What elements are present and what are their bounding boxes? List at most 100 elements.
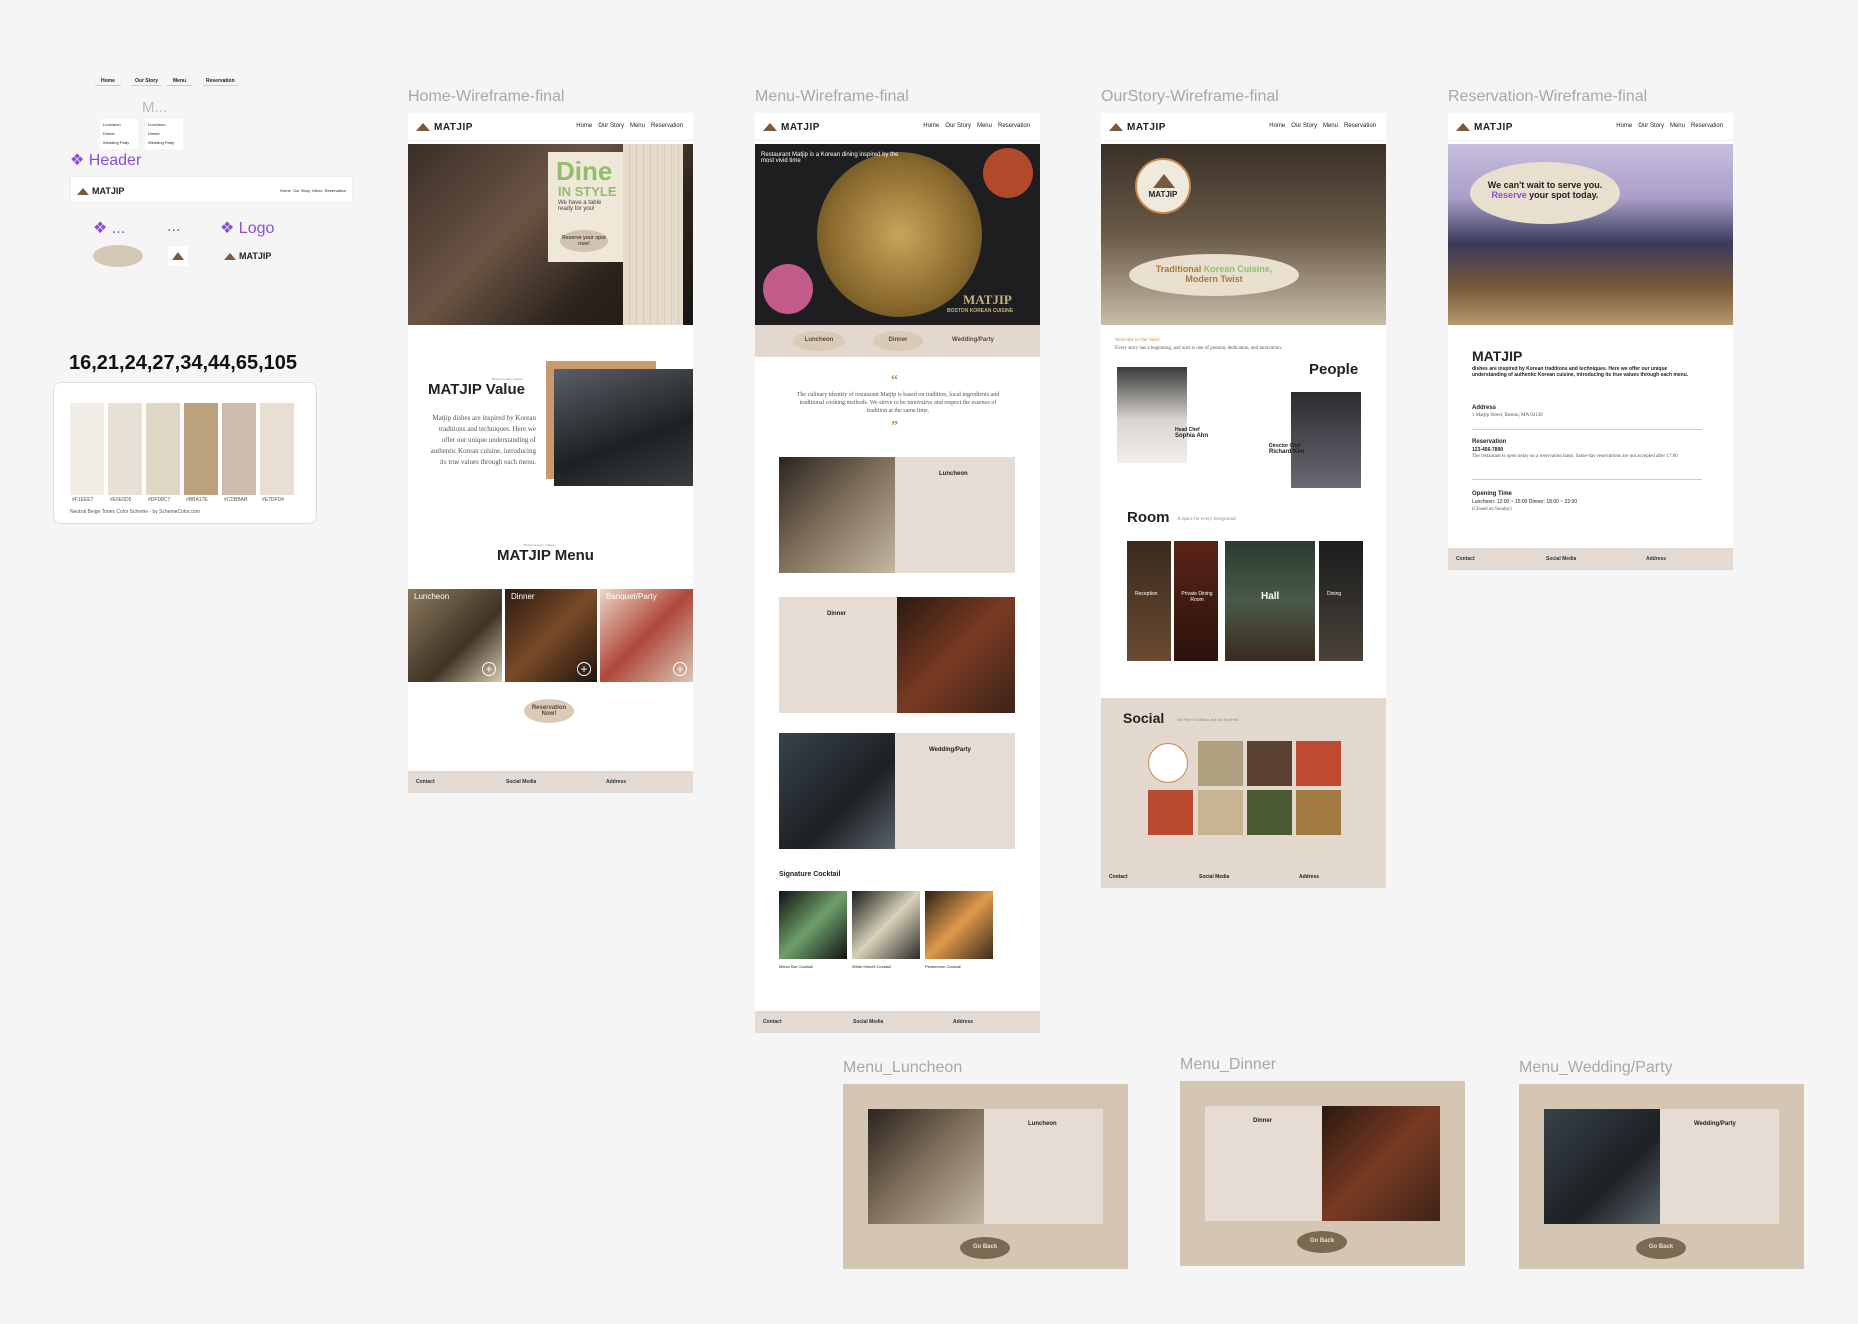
- go-back-button[interactable]: Go Back: [960, 1237, 1010, 1259]
- logo-mountain-icon: [1109, 123, 1123, 131]
- nav-item-reservation[interactable]: Reservation: [203, 77, 238, 86]
- dropdown-item[interactable]: Luncheon: [148, 122, 180, 127]
- pill-luncheon[interactable]: Luncheon: [793, 331, 845, 351]
- social-photo[interactable]: [1198, 790, 1243, 835]
- dropdown-item[interactable]: Dinner: [103, 131, 135, 136]
- room-private[interactable]: Private Dining Room: [1174, 541, 1218, 661]
- social-photo[interactable]: [1198, 741, 1243, 786]
- nav-item-our-story[interactable]: Our Story: [1638, 123, 1664, 129]
- nav-item-our-story[interactable]: Our Story: [945, 123, 971, 129]
- logo-component-label: ❖ Logo: [220, 220, 275, 237]
- story-intro: Every story has a beginning, and ours is…: [1115, 346, 1283, 351]
- value-image: [554, 369, 693, 486]
- nav-logo[interactable]: MATJIP: [763, 122, 820, 133]
- social-title: Social: [1123, 710, 1165, 726]
- nav-logo[interactable]: MATJIP: [1456, 122, 1513, 133]
- plus-icon[interactable]: +: [482, 662, 496, 676]
- nav-item-menu[interactable]: Menu: [977, 123, 992, 129]
- tile-banquet[interactable]: Banquet/Party +: [600, 589, 693, 682]
- nav-item-home[interactable]: Home: [923, 123, 939, 129]
- social-photo[interactable]: [1148, 790, 1193, 835]
- nav-item-home[interactable]: Home: [95, 77, 121, 86]
- hero-reserve-button[interactable]: Reserve your spot now!: [560, 230, 608, 252]
- room-reception[interactable]: Reception: [1127, 541, 1171, 661]
- section-dinner[interactable]: Dinner: [779, 597, 1015, 713]
- nav-item-reservation[interactable]: Reservation: [998, 123, 1030, 129]
- swatch-label-6: #E7DFD4: [262, 497, 284, 503]
- swatch-6: [260, 403, 294, 495]
- nav-item-reservation[interactable]: Reservation: [1691, 123, 1723, 129]
- component-icon: ❖: [220, 220, 235, 237]
- footer-address: Address: [1299, 874, 1320, 880]
- social-photo[interactable]: [1296, 741, 1341, 786]
- reservation-now-button[interactable]: Reservation Now!: [524, 699, 574, 723]
- go-back-button[interactable]: Go Back: [1297, 1231, 1347, 1253]
- dropdown-item[interactable]: Wedding Party: [103, 140, 135, 145]
- nav-item-our-story[interactable]: Our Story: [1291, 123, 1317, 129]
- nav-item-menu[interactable]: Menu: [1670, 123, 1685, 129]
- social-subtitle: Our Way's Tradition and Get Involved: [1177, 717, 1239, 722]
- section-wedding-party[interactable]: Wedding/Party: [779, 733, 1015, 849]
- wedding-image: [779, 733, 895, 849]
- menu-frame: MATJIP Home Our Story Menu Reservation Rest…: [755, 113, 1040, 1033]
- pill-wedding-party[interactable]: Wedding/Party: [943, 331, 1003, 351]
- room-label: Private Dining Room: [1181, 591, 1213, 603]
- nav-item-our-story[interactable]: Our Story: [293, 188, 310, 193]
- pill-button-shape[interactable]: [93, 245, 143, 267]
- nav-logo[interactable]: MATJIP: [416, 122, 473, 133]
- swatch-3: [146, 403, 180, 495]
- social-photo[interactable]: [1247, 741, 1292, 786]
- nav-item-reservation[interactable]: Reservation: [651, 123, 683, 129]
- home-hero-image: Dine IN STYLE We have a table ready for …: [408, 144, 693, 325]
- nav-item-menu[interactable]: Menu: [312, 188, 322, 193]
- nav-item-menu[interactable]: Menu: [167, 77, 193, 86]
- reservation-phone: 123-456-7890: [1472, 447, 1504, 453]
- dropdown-item[interactable]: Dinner: [148, 131, 180, 136]
- swatch-label-3: #DFD8C7: [148, 497, 171, 503]
- nav-item-reservation[interactable]: Reservation: [1344, 123, 1376, 129]
- swatch-label-5: #CDBBAB: [224, 497, 248, 503]
- footer-social: Social Media: [1199, 874, 1230, 880]
- dropdown-preview-2: Luncheon Dinner Wedding Party: [145, 119, 183, 149]
- frame-label-home: Home-Wireframe-final: [408, 88, 565, 105]
- pill-dinner[interactable]: Dinner: [873, 331, 923, 351]
- header-nav: Home Our Story Menu Reservation: [280, 188, 346, 193]
- room-dining[interactable]: Dining: [1319, 541, 1363, 661]
- nav-item-our-story[interactable]: Our Story: [598, 123, 624, 129]
- reservation-note: The restaurant is open today on a reserv…: [1472, 454, 1678, 459]
- footer-address: Address: [1646, 556, 1667, 562]
- section-luncheon[interactable]: Luncheon: [779, 457, 1015, 573]
- dinner-frame: Dinner Go Back: [1180, 1081, 1465, 1266]
- nav-item-reservation[interactable]: Reservation: [325, 188, 346, 193]
- nav-logo[interactable]: MATJIP: [1109, 122, 1166, 133]
- footer-contact: Contact: [1109, 874, 1128, 880]
- section-title: Wedding/Party: [1694, 1121, 1736, 1127]
- nav-item-home[interactable]: Home: [576, 123, 592, 129]
- room-label: Hall: [1261, 591, 1280, 602]
- nav-item-menu[interactable]: Menu: [630, 123, 645, 129]
- cocktail-1-label: Melon Bar Cocktail: [779, 964, 813, 969]
- dropdown-item[interactable]: Wedding Party: [148, 140, 180, 145]
- menu-footer: Contact Social Media Address: [755, 1011, 1040, 1033]
- reservation-hero-image: We can't wait to serve you. Reserve your…: [1448, 144, 1733, 325]
- story-frame: MATJIP Home Our Story Menu Reservation MATJ…: [1101, 113, 1386, 888]
- tile-dinner[interactable]: Dinner +: [505, 589, 597, 682]
- room-label: Dining: [1327, 591, 1342, 597]
- nav-item-home[interactable]: Home: [1616, 123, 1632, 129]
- value-title: MATJIP Value: [428, 381, 525, 398]
- plus-icon[interactable]: +: [673, 662, 687, 676]
- cocktail-3-image: [925, 891, 993, 959]
- room-hall[interactable]: Hall: [1225, 541, 1315, 661]
- section-title: Wedding/Party: [929, 747, 971, 753]
- nav-item-home[interactable]: Home: [1269, 123, 1285, 129]
- social-photo[interactable]: [1296, 790, 1341, 835]
- social-photo[interactable]: [1247, 790, 1292, 835]
- nav-item-our-story[interactable]: Our Story: [131, 77, 163, 86]
- nav-component-set: Home Our Story Menu Reservation: [95, 77, 245, 86]
- plus-icon[interactable]: +: [577, 662, 591, 676]
- dropdown-item[interactable]: Luncheon: [103, 122, 135, 127]
- nav-item-menu[interactable]: Menu: [1323, 123, 1338, 129]
- go-back-button[interactable]: Go Back: [1636, 1237, 1686, 1259]
- nav-item-home[interactable]: Home: [280, 188, 291, 193]
- tile-luncheon[interactable]: Luncheon +: [408, 589, 502, 682]
